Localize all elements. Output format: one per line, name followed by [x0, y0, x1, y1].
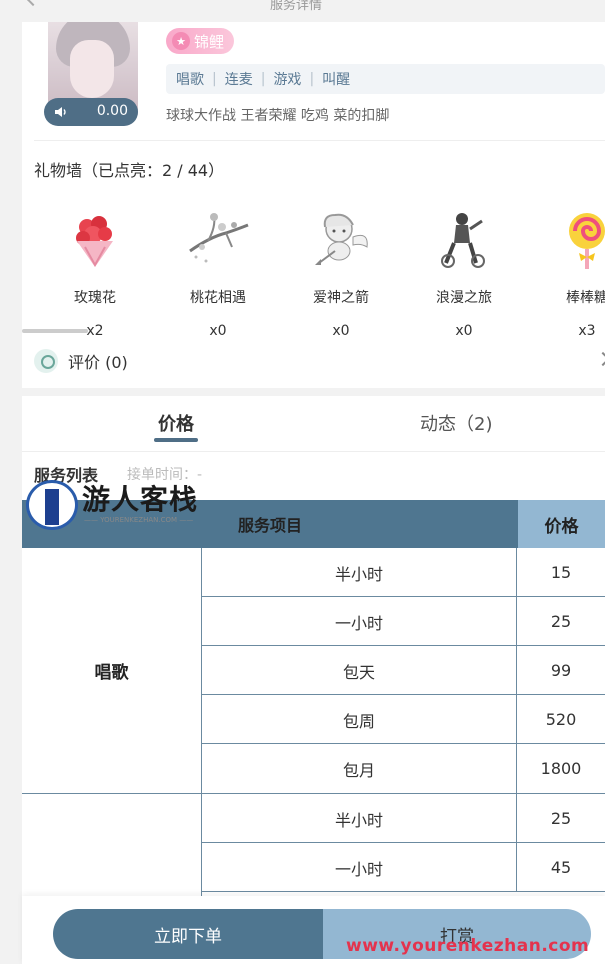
- rose-bouquet-icon: [76, 216, 113, 268]
- table-row[interactable]: 包周 520: [202, 695, 605, 744]
- table-row[interactable]: 包天 99: [202, 646, 605, 695]
- rating-row[interactable]: 评价 (0): [34, 347, 128, 375]
- rating-label: 评价 (0): [68, 353, 128, 372]
- table-row[interactable]: 包月 1800: [202, 744, 605, 793]
- row-duration: 半小时: [202, 794, 517, 843]
- column-header-item: 服务项目: [22, 500, 518, 548]
- service-group-name: [22, 794, 202, 904]
- gift-name: 桃花相遇: [190, 290, 246, 306]
- avatar-face: [70, 40, 114, 98]
- section-gap: [22, 388, 605, 396]
- tab-price[interactable]: 价格: [154, 410, 198, 442]
- row-duration: 半小时: [202, 548, 517, 597]
- watermark-url: www.yourenkezhan.com: [346, 936, 590, 956]
- tag: 连麦: [224, 72, 253, 88]
- rating-badge-icon: [34, 349, 58, 373]
- row-price: 99: [550, 661, 572, 680]
- gift-item[interactable]: 棒棒糖 x3: [532, 207, 605, 339]
- gift-item[interactable]: 爱神之箭 x0: [286, 207, 396, 339]
- tag: 唱歌: [176, 72, 204, 88]
- table-header: 服务项目 价格: [22, 500, 605, 548]
- voice-duration: 0.00: [96, 103, 128, 119]
- table-row[interactable]: 半小时 25: [202, 794, 605, 843]
- gift-wall-title: 礼物墙（已点亮：2 / 44）: [34, 161, 225, 180]
- order-time: 接单时间：-: [127, 467, 203, 483]
- back-icon[interactable]: [25, 0, 41, 7]
- tag-separator: |: [260, 71, 266, 87]
- skill-tags: 唱歌 | 连麦 | 游戏 | 叫醒: [166, 64, 605, 94]
- service-group: 半小时 25 一小时 45: [22, 794, 605, 904]
- table-row[interactable]: 半小时 15: [202, 548, 605, 597]
- page-title: 服务详情: [270, 0, 323, 13]
- tag: 叫醒: [322, 72, 351, 88]
- top-bar: 服务详情: [0, 0, 605, 22]
- row-price: 1800: [540, 759, 582, 778]
- page: 服务详情 0.00 ★ 锦鲤 唱歌 | 连麦 | 游戏 | 叫醒 球球大作战 王…: [0, 0, 605, 964]
- level-badge: ★ 锦鲤: [166, 28, 235, 54]
- detail-card: 0.00 ★ 锦鲤 唱歌 | 连麦 | 游戏 | 叫醒 球球大作战 王者荣耀 吃…: [22, 22, 605, 964]
- games-text: 球球大作战 王者荣耀 吃鸡 菜的扣脚: [166, 108, 390, 124]
- gift-scrollbar-thumb[interactable]: [22, 329, 88, 333]
- divider: [34, 140, 605, 141]
- gift-item[interactable]: 浪漫之旅 x0: [409, 207, 519, 339]
- row-price: 25: [550, 809, 572, 828]
- row-duration: 包天: [202, 646, 517, 695]
- speaker-icon: [55, 107, 66, 117]
- row-price: 520: [545, 710, 577, 729]
- tag: 游戏: [273, 72, 302, 88]
- table-row[interactable]: 一小时 45: [202, 843, 605, 892]
- tag-separator: |: [212, 71, 217, 87]
- service-group-name: 唱歌: [22, 548, 202, 793]
- tab-bar: 价格 动态（2): [22, 396, 605, 452]
- service-list-heading: 服务列表: [34, 466, 99, 485]
- gift-name: 爱神之箭: [313, 290, 369, 306]
- gift-item[interactable]: 玫瑰花 x2: [40, 207, 150, 339]
- order-now-button[interactable]: 立即下单: [53, 909, 323, 959]
- row-price: 15: [550, 563, 572, 582]
- row-duration: 包月: [202, 744, 517, 793]
- gift-scrollbar[interactable]: [22, 329, 605, 333]
- lollipop-icon: [569, 213, 605, 269]
- row-duration: 一小时: [202, 843, 517, 892]
- star-icon: ★: [172, 32, 190, 50]
- romantic-trip-icon: [441, 213, 485, 268]
- voice-intro-button[interactable]: 0.00: [44, 98, 138, 126]
- row-duration: 一小时: [202, 597, 517, 646]
- gift-name: 玫瑰花: [74, 290, 116, 306]
- table-row[interactable]: 一小时 25: [202, 597, 605, 646]
- row-duration: 包周: [202, 695, 517, 744]
- row-price: 25: [550, 612, 572, 631]
- tag-separator: |: [309, 71, 315, 87]
- peach-blossom-icon: [189, 213, 249, 263]
- service-group: 唱歌 半小时 15 一小时 25 包天 99 包周 520 包月 1800: [22, 548, 605, 794]
- gift-name: 浪漫之旅: [436, 290, 492, 306]
- tab-moments[interactable]: 动态（2): [420, 410, 492, 436]
- chevron-right-icon[interactable]: [595, 351, 605, 367]
- badge-label: 锦鲤: [194, 32, 225, 51]
- cupid-icon: [315, 213, 368, 265]
- gift-item[interactable]: 桃花相遇 x0: [163, 207, 273, 339]
- gift-list[interactable]: 玫瑰花 x2 桃花相遇 x0 爱神之箭 x0 浪漫之旅 x0 棒棒糖 x3: [22, 207, 605, 339]
- row-price: 45: [550, 858, 572, 877]
- column-header-price: 价格: [518, 500, 605, 548]
- gift-name: 棒棒糖: [566, 290, 605, 306]
